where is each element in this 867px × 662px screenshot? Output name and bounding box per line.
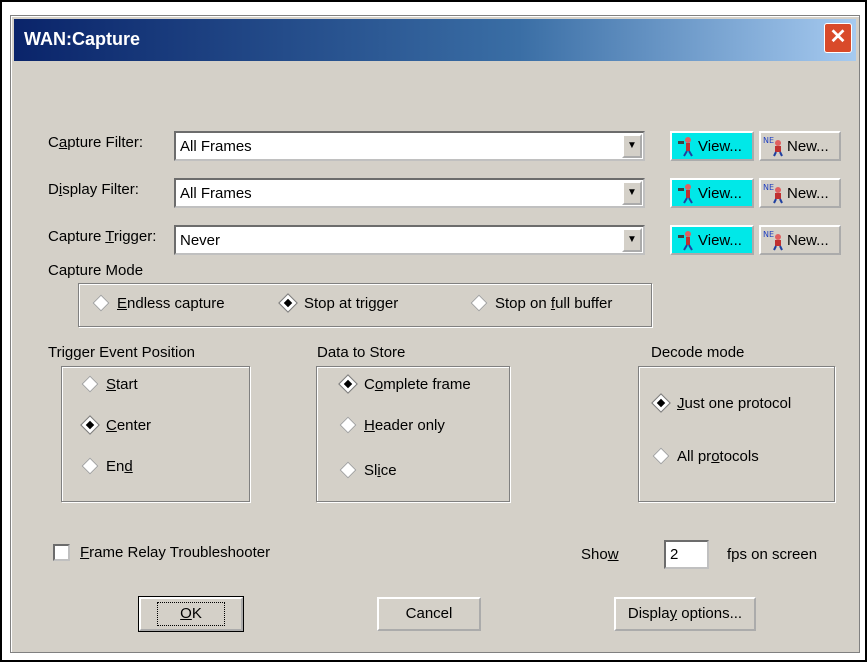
capture-trigger-view-button[interactable]: View... — [670, 225, 754, 255]
capture-dialog: WAN:Capture ✕ Capture Filter: All Frames… — [10, 15, 860, 653]
fps-suffix-label: fps on screen — [727, 546, 818, 563]
radio-diamond-icon — [81, 457, 99, 475]
display-filter-view-button[interactable]: View... — [670, 178, 754, 208]
fps-input[interactable]: 2 — [664, 540, 709, 569]
radio-all-protocols[interactable]: All protocols — [652, 447, 759, 465]
display-options-button[interactable]: Display options... — [614, 597, 756, 631]
trigger-position-title: Trigger Event Position — [48, 344, 196, 361]
display-filter-label: Display Filter: — [48, 181, 139, 198]
chevron-down-icon[interactable]: ▼ — [622, 228, 642, 252]
trigger-position-group: Start Center End — [61, 366, 250, 502]
close-icon: ✕ — [829, 26, 847, 48]
capture-trigger-dropdown[interactable]: Never ▼ — [174, 225, 645, 255]
radio-stop-at-trigger[interactable]: Stop at trigger — [278, 293, 398, 313]
capture-filter-dropdown[interactable]: All Frames ▼ — [174, 131, 645, 161]
radio-slice[interactable]: Slice — [339, 461, 397, 479]
radio-stop-on-full-buffer[interactable]: Stop on full buffer — [470, 294, 612, 312]
display-filter-dropdown[interactable]: All Frames ▼ — [174, 178, 645, 208]
capture-mode-group: Endless capture Stop at trigger Stop on … — [78, 283, 652, 327]
radio-just-one-protocol[interactable]: Just one protocol — [651, 393, 791, 413]
radio-diamond-icon — [339, 416, 357, 434]
cancel-button[interactable]: Cancel — [377, 597, 481, 631]
capture-trigger-value: Never — [180, 232, 221, 249]
radio-diamond-selected-icon — [651, 393, 671, 413]
radio-diamond-icon — [92, 294, 110, 312]
radio-diamond-selected-icon — [278, 293, 298, 313]
title-bar[interactable]: WAN:Capture ✕ — [14, 19, 856, 61]
decode-mode-group: Just one protocol All protocols — [638, 366, 835, 502]
filter-view-icon — [678, 231, 693, 251]
capture-filter-new-button[interactable]: NE New... — [759, 131, 841, 161]
capture-filter-label: Capture Filter: — [48, 134, 144, 151]
radio-header-only[interactable]: Header only — [339, 416, 445, 434]
svg-text:NE: NE — [763, 136, 774, 145]
display-filter-value: All Frames — [180, 185, 252, 202]
capture-trigger-new-button[interactable]: NE New... — [759, 225, 841, 255]
filter-view-icon — [678, 184, 693, 204]
radio-center[interactable]: Center — [80, 415, 151, 435]
capture-filter-view-button[interactable]: View... — [670, 131, 754, 161]
radio-diamond-icon — [339, 461, 357, 479]
radio-diamond-icon — [470, 294, 488, 312]
filter-new-icon: NE — [763, 230, 783, 251]
radio-start[interactable]: Start — [81, 375, 138, 393]
radio-endless-capture[interactable]: Endless capture — [92, 294, 225, 312]
frame-relay-label[interactable]: Frame Relay Troubleshooter — [80, 544, 270, 561]
svg-text:NE: NE — [763, 230, 774, 239]
chevron-down-icon[interactable]: ▼ — [622, 181, 642, 205]
radio-complete-frame[interactable]: Complete frame — [338, 374, 471, 394]
capture-filter-value: All Frames — [180, 138, 252, 155]
fps-input-value: 2 — [670, 546, 679, 563]
ok-button-label: OK — [157, 602, 225, 626]
filter-new-icon: NE — [763, 136, 783, 157]
filter-view-icon — [678, 137, 693, 157]
close-button[interactable]: ✕ — [824, 23, 852, 53]
show-label: Show — [581, 546, 619, 563]
capture-mode-title: Capture Mode — [48, 262, 144, 279]
frame-relay-checkbox[interactable] — [53, 544, 70, 561]
radio-diamond-selected-icon — [80, 415, 100, 435]
radio-diamond-icon — [81, 375, 99, 393]
capture-trigger-label: Capture Trigger: — [48, 228, 157, 245]
ok-button[interactable]: OK — [138, 596, 244, 632]
radio-end[interactable]: End — [81, 457, 133, 475]
window-title: WAN:Capture — [24, 29, 140, 49]
display-filter-new-button[interactable]: NE New... — [759, 178, 841, 208]
filter-new-icon: NE — [763, 183, 783, 204]
decode-mode-title: Decode mode — [651, 344, 745, 361]
chevron-down-icon[interactable]: ▼ — [622, 134, 642, 158]
data-to-store-title: Data to Store — [317, 344, 406, 361]
radio-diamond-icon — [652, 447, 670, 465]
data-to-store-group: Complete frame Header only Slice — [316, 366, 510, 502]
svg-text:NE: NE — [763, 183, 774, 192]
radio-diamond-selected-icon — [338, 374, 358, 394]
